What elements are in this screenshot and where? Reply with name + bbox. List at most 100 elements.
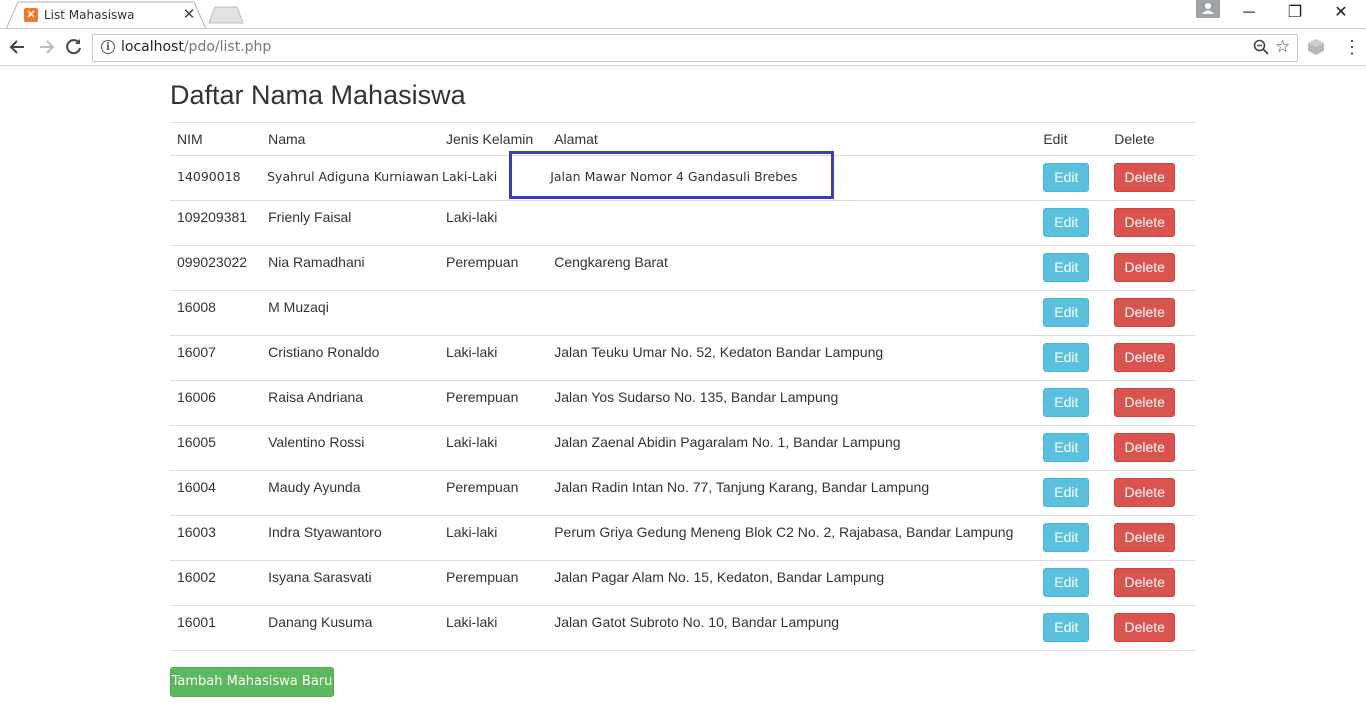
table-row: 16002 Isyana Sarasvati Perempuan Jalan P…: [170, 560, 1196, 606]
cell-nama: Syahrul Adiguna Kurniawan: [261, 155, 439, 201]
delete-button[interactable]: Delete: [1114, 433, 1176, 462]
xampp-favicon-icon: ✕: [24, 8, 38, 22]
alamat-text: [554, 201, 1036, 209]
close-window-button[interactable]: ✕: [1318, 0, 1364, 28]
delete-button[interactable]: Delete: [1114, 478, 1176, 507]
cell-alamat: Jalan Pagar Alam No. 15, Kedaton, Bandar…: [547, 560, 1037, 606]
delete-button[interactable]: Delete: [1114, 568, 1176, 597]
browser-tab[interactable]: ✕ List Mahasiswa ✕: [6, 1, 207, 30]
cell-delete: Delete: [1107, 515, 1196, 561]
cell-nim: 099023022: [170, 245, 262, 291]
cell-delete: Delete: [1107, 380, 1196, 426]
minimize-button[interactable]: ─: [1226, 0, 1272, 28]
cell-delete: Delete: [1107, 155, 1196, 201]
delete-button[interactable]: Delete: [1114, 523, 1176, 552]
cell-jk: Laki-laki: [438, 200, 548, 246]
edit-button[interactable]: Edit: [1043, 613, 1090, 642]
delete-button[interactable]: Delete: [1114, 253, 1176, 282]
cell-alamat: Jalan Radin Intan No. 77, Tanjung Karang…: [547, 470, 1037, 516]
cell-nama: Cristiano Ronaldo: [261, 335, 439, 381]
table-row: 16004 Maudy Ayunda Perempuan Jalan Radin…: [170, 470, 1196, 516]
nama-text: Syahrul Adiguna Kurniawan: [267, 169, 439, 184]
delete-button[interactable]: Delete: [1114, 208, 1176, 237]
edit-button[interactable]: Edit: [1043, 298, 1090, 327]
cell-nim: 16005: [170, 425, 262, 471]
cell-nama: Frienly Faisal: [261, 200, 439, 246]
cell-jk: [438, 290, 548, 336]
forward-arrow-icon[interactable]: [36, 37, 56, 57]
cell-nama: Isyana Sarasvati: [261, 560, 439, 606]
edit-button[interactable]: Edit: [1043, 523, 1090, 552]
cell-alamat: Jalan Teuku Umar No. 52, Kedaton Bandar …: [547, 335, 1037, 381]
cell-alamat: Jalan Zaenal Abidin Pagaralam No. 1, Ban…: [547, 425, 1037, 471]
jk-text: Perempuan: [445, 479, 519, 495]
edit-button[interactable]: Edit: [1043, 568, 1090, 597]
toolbar-divider: [0, 65, 1366, 66]
cell-alamat: Jalan Mawar Nomor 4 Gandasuli Brebes: [547, 155, 1037, 201]
delete-button[interactable]: Delete: [1114, 343, 1176, 372]
table-row: 099023022 Nia Ramadhani Perempuan Cengka…: [170, 245, 1196, 291]
address-bar[interactable]: i localhost/pdo/list.php ☆: [92, 34, 1298, 62]
cell-jk: Laki-laki: [438, 515, 548, 561]
cell-delete: Delete: [1107, 560, 1196, 606]
cell-nama: Valentino Rossi: [261, 425, 439, 471]
nama-text: Danang Kusuma: [268, 614, 373, 630]
cell-nim: 16007: [170, 335, 262, 381]
jk-text: Laki-Laki: [441, 169, 498, 184]
cell-delete: Delete: [1107, 245, 1196, 291]
edit-button[interactable]: Edit: [1043, 478, 1090, 507]
info-icon[interactable]: i: [101, 40, 115, 54]
delete-button[interactable]: Delete: [1114, 388, 1176, 417]
url-path: /pdo/list.php: [183, 39, 272, 55]
new-tab-button[interactable]: [208, 6, 244, 24]
restore-button[interactable]: ❐: [1272, 0, 1318, 28]
cell-jk: Perempuan: [438, 470, 548, 516]
cell-delete: Delete: [1107, 335, 1196, 381]
edit-button[interactable]: Edit: [1043, 388, 1090, 417]
cell-edit: Edit: [1036, 335, 1108, 381]
nim-text: 16007: [177, 344, 216, 360]
nim-text: 16008: [177, 299, 216, 315]
extension-icon[interactable]: [1306, 38, 1326, 56]
user-icon: [1202, 3, 1214, 14]
nama-text: Cristiano Ronaldo: [268, 344, 380, 360]
table-row: 16001 Danang Kusuma Laki-laki Jalan Gato…: [170, 605, 1196, 651]
edit-button[interactable]: Edit: [1043, 208, 1090, 237]
cell-jk: Perempuan: [438, 560, 548, 606]
tab-close-icon[interactable]: ✕: [181, 6, 197, 24]
nama-text: M Muzaqi: [268, 299, 329, 315]
edit-button[interactable]: Edit: [1043, 343, 1090, 372]
header-edit: Edit: [1036, 122, 1108, 156]
delete-button[interactable]: Delete: [1114, 613, 1176, 642]
reload-icon[interactable]: [64, 37, 84, 57]
delete-button[interactable]: Delete: [1114, 163, 1176, 192]
header-nama: Nama: [261, 122, 439, 156]
cell-edit: Edit: [1036, 155, 1108, 201]
edit-button[interactable]: Edit: [1043, 163, 1090, 192]
url-text[interactable]: localhost/pdo/list.php: [121, 39, 271, 55]
jk-text: [446, 291, 547, 299]
delete-button[interactable]: Delete: [1114, 298, 1176, 327]
back-arrow-icon[interactable]: [8, 37, 28, 57]
cell-alamat: Perum Griya Gedung Meneng Blok C2 No. 2,…: [547, 515, 1037, 561]
alamat-text: Jalan Pagar Alam No. 15, Kedaton, Bandar…: [554, 569, 885, 585]
zoom-icon[interactable]: [1253, 39, 1269, 55]
cell-jk: Laki-Laki: [438, 155, 548, 201]
header-delete: Delete: [1107, 122, 1196, 156]
edit-button[interactable]: Edit: [1043, 253, 1090, 282]
cell-nama: Indra Styawantoro: [261, 515, 439, 561]
profile-button[interactable]: [1196, 0, 1220, 18]
nama-text: Indra Styawantoro: [268, 524, 382, 540]
table-row: 16005 Valentino Rossi Laki-laki Jalan Za…: [170, 425, 1196, 471]
table-row: 14090018 Syahrul Adiguna Kurniawan Laki-…: [170, 155, 1196, 201]
cell-nim: 16003: [170, 515, 262, 561]
bookmark-star-icon[interactable]: ☆: [1275, 37, 1290, 57]
url-host: localhost: [121, 39, 184, 55]
add-mahasiswa-button[interactable]: Tambah Mahasiswa Baru: [170, 667, 334, 697]
browser-menu-icon[interactable]: ⋮: [1343, 36, 1361, 58]
cell-delete: Delete: [1107, 200, 1196, 246]
edit-button[interactable]: Edit: [1043, 433, 1090, 462]
cell-alamat: [547, 290, 1037, 336]
tab-title: List Mahasiswa: [44, 8, 135, 22]
cell-alamat: [547, 200, 1037, 246]
